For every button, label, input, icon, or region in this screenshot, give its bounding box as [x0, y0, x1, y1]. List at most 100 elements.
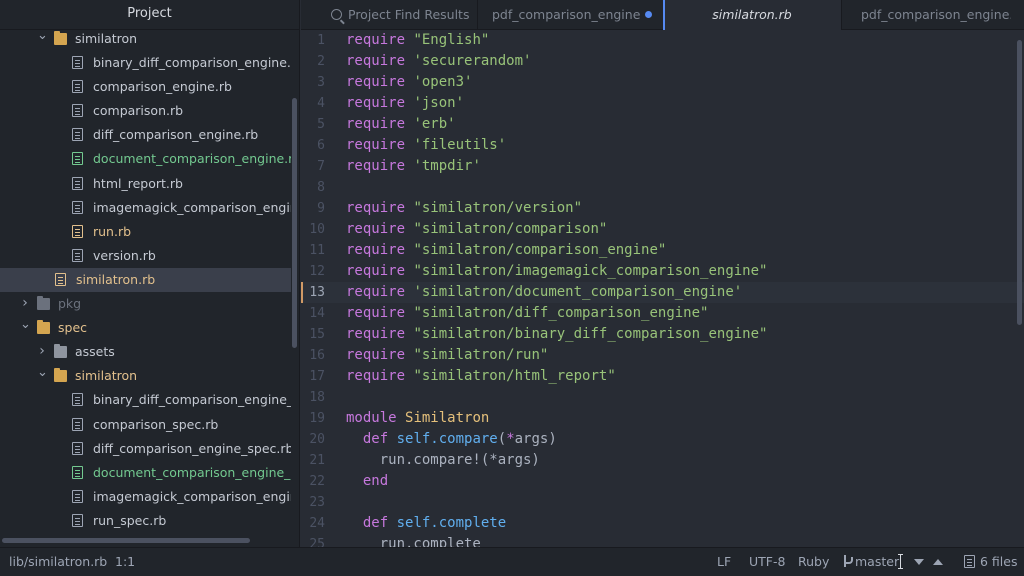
chevron-down-icon[interactable]: ⌄	[37, 27, 48, 45]
tree-view-horizontal-scrollbar[interactable]	[2, 538, 250, 543]
file-text-icon	[72, 128, 83, 142]
code-token: 'similatron/document_comparison_engine'	[413, 284, 743, 300]
code-editor[interactable]: 1 require "English" 2 require 'securerandom…	[301, 30, 1024, 547]
tree-file[interactable]: version.rb	[0, 244, 291, 268]
line-number: 12	[309, 264, 325, 279]
tree-folder[interactable]: › assets	[0, 340, 291, 364]
git-push-button[interactable]	[933, 548, 943, 576]
tree-file[interactable]: diff_comparison_engine.rb	[0, 123, 291, 147]
code-token: 'open3'	[413, 74, 473, 90]
code-line[interactable]: 9 require "similatron/version"	[301, 198, 1024, 219]
tree-file[interactable]: document_comparison_engine_spec.rb	[0, 461, 291, 485]
status-cursor-position[interactable]: 1:1	[115, 548, 135, 576]
tab-bar: Project Find Results pdf_comparison_engi…	[301, 0, 1024, 31]
file-text-icon	[72, 513, 83, 527]
code-text: def self.complete	[346, 513, 506, 534]
tree-file[interactable]: binary_diff_comparison_engine_spec.rb	[0, 388, 291, 412]
chevron-down-icon[interactable]: ⌄	[20, 316, 31, 334]
tree-file[interactable]: imagemagick_comparison_engine_spec.rb	[0, 485, 291, 509]
tree-view-vertical-scrollbar[interactable]	[292, 98, 297, 348]
tab-project-find-results[interactable]: Project Find Results	[321, 0, 486, 30]
code-line[interactable]: 12 require "similatron/imagemagick_compar…	[301, 261, 1024, 282]
file-text-icon	[72, 393, 83, 407]
code-line[interactable]: 22 end	[301, 471, 1024, 492]
status-changed-files-label: 6 files	[980, 554, 1018, 569]
mouse-ibeam-cursor	[898, 554, 903, 569]
editor-vertical-scrollbar[interactable]	[1017, 40, 1022, 325]
tree-folder[interactable]: › pkg	[0, 292, 291, 316]
tree-file[interactable]: diff_comparison_engine_spec.rb	[0, 437, 291, 461]
git-pull-button[interactable]	[914, 548, 924, 576]
code-line[interactable]: 16 require "similatron/run"	[301, 345, 1024, 366]
tree-file[interactable]: comparison.rb	[0, 99, 291, 123]
status-encoding[interactable]: UTF-8	[749, 548, 785, 576]
code-line[interactable]: 13 require 'similatron/document_compariso…	[301, 282, 1024, 303]
code-line[interactable]: 7 require 'tmpdir'	[301, 156, 1024, 177]
code-line[interactable]: 21 run.compare!(*args)	[301, 450, 1024, 471]
tree-item-label: version.rb	[93, 247, 156, 263]
tree-file[interactable]: comparison_spec.rb	[0, 413, 291, 437]
code-line[interactable]: 8	[301, 177, 1024, 198]
status-line-ending[interactable]: LF	[717, 548, 731, 576]
line-number: 11	[309, 243, 325, 258]
chevron-down-icon[interactable]: ⌄	[37, 364, 48, 382]
code-token: require	[346, 200, 406, 216]
code-token: "similatron/run"	[413, 347, 549, 363]
code-line[interactable]: 17 require "similatron/html_report"	[301, 366, 1024, 387]
tab-pdf-comparison-engine-spec[interactable]: pdf_comparison_engine_spec.rb	[482, 0, 658, 30]
line-number: 6	[317, 138, 325, 153]
code-line[interactable]: 25 run.complete	[301, 534, 1024, 547]
tree-view-title: Project	[0, 0, 299, 30]
chevron-right-icon[interactable]: ›	[20, 292, 30, 315]
tree-item-label: similatron	[75, 368, 138, 384]
tree-file[interactable]: imagemagick_comparison_engine.rb	[0, 196, 291, 220]
code-line[interactable]: 4 require 'json'	[301, 93, 1024, 114]
tree-file[interactable]: binary_diff_comparison_engine.rb	[0, 51, 291, 75]
code-line[interactable]: 3 require 'open3'	[301, 72, 1024, 93]
code-token: require	[346, 53, 406, 69]
line-number: 18	[309, 390, 325, 405]
tree-file[interactable]: similatron.rb	[0, 267, 291, 293]
tab-label: Project Find Results	[348, 7, 470, 22]
code-line[interactable]: 10 require "similatron/comparison"	[301, 219, 1024, 240]
tree-folder[interactable]: ⌄ spec	[0, 316, 291, 340]
code-token: Similatron	[405, 410, 490, 426]
code-line[interactable]: 14 require "similatron/diff_comparison_en…	[301, 303, 1024, 324]
code-line[interactable]: 19 module Similatron	[301, 408, 1024, 429]
code-line[interactable]: 6 require 'fileutils'	[301, 135, 1024, 156]
tree-file[interactable]: run.rb	[0, 220, 291, 244]
code-line[interactable]: 24 def self.complete	[301, 513, 1024, 534]
file-text-icon	[72, 200, 83, 214]
chevron-right-icon[interactable]: ›	[37, 340, 47, 363]
code-token: "similatron/html_report"	[413, 368, 616, 384]
status-changed-files[interactable]: 6 files	[964, 548, 1017, 576]
code-text: require 'json'	[346, 93, 464, 114]
code-line[interactable]: 18	[301, 387, 1024, 408]
code-token: *	[506, 431, 515, 447]
tree-file[interactable]: html_report.rb	[0, 172, 291, 196]
code-line[interactable]: 5 require 'erb'	[301, 114, 1024, 135]
code-line[interactable]: 2 require 'securerandom'	[301, 51, 1024, 72]
tree-file[interactable]: comparison_engine.rb	[0, 75, 291, 99]
code-line[interactable]: 15 require "similatron/binary_diff_compar…	[301, 324, 1024, 345]
code-line[interactable]: 11 require "similatron/comparison_engine"	[301, 240, 1024, 261]
code-line[interactable]: 23	[301, 492, 1024, 513]
tree-file[interactable]: document_comparison_engine.rb	[0, 147, 291, 171]
status-file-path[interactable]: lib/similatron.rb	[9, 548, 107, 576]
status-git-branch[interactable]: master	[843, 548, 899, 576]
code-line[interactable]: 20 def self.compare(*args)	[301, 429, 1024, 450]
line-number: 13	[309, 285, 325, 300]
code-token: require	[346, 95, 406, 111]
tab-similatron-rb[interactable]: similatron.rb	[663, 0, 841, 31]
tree-item-label: imagemagick_comparison_engine.rb	[93, 199, 291, 215]
tree-folder[interactable]: ⌄ similatron	[0, 27, 291, 51]
tab-pdf-comparison-engine[interactable]: pdf_comparison_engine.rb	[851, 0, 1024, 30]
code-line[interactable]: 1 require "English"	[301, 30, 1024, 51]
status-grammar[interactable]: Ruby	[798, 548, 829, 576]
line-number: 19	[309, 411, 325, 426]
tree-file[interactable]: run_spec.rb	[0, 509, 291, 533]
tree-folder[interactable]: ⌄ similatron	[0, 364, 291, 388]
tree-item-label: document_comparison_engine_spec.rb	[93, 464, 291, 480]
